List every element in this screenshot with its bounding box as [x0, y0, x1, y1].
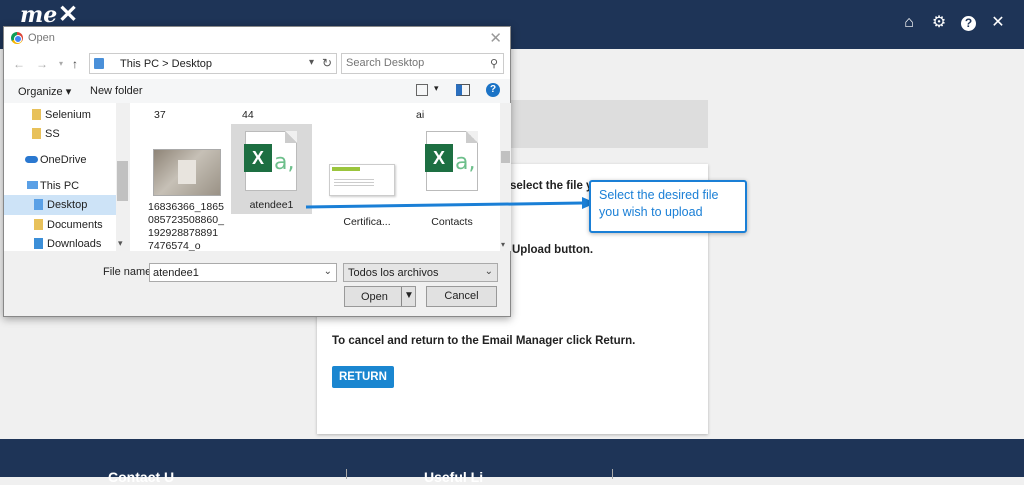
callout-tooltip: Select the desired file you wish to uplo… — [589, 180, 747, 233]
callout-arrow — [305, 197, 596, 209]
arrow-line — [305, 201, 583, 209]
